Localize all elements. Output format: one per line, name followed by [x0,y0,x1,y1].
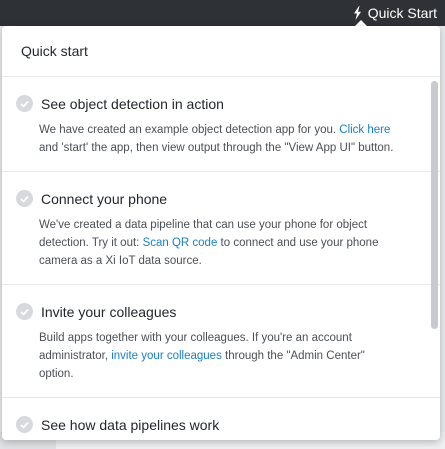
description-text: We have created an example object detect… [39,124,340,136]
item-description: We have created an example object detect… [39,121,400,157]
check-icon [16,190,33,207]
item-title: See object detection in action [41,95,224,112]
item-description: We've created a data pipeline that can u… [39,216,400,270]
click-here-link[interactable]: Click here [339,124,390,136]
quick-start-panel: Quick start See object detection in acti… [2,26,440,440]
invite-colleagues-link[interactable]: invite your colleagues [111,350,222,362]
list-item-invite-colleagues: Invite your colleagues Build apps togeth… [2,285,440,398]
list-item-connect-phone: Connect your phone We've created a data … [2,172,440,285]
item-description: Build apps together with your colleagues… [39,329,400,383]
lightning-icon [353,6,362,20]
scrollbar-thumb[interactable] [431,81,438,329]
item-title: See how data pipelines work [41,416,220,433]
description-text: and 'start' the app, then view output th… [39,142,394,154]
item-title: Connect your phone [41,190,168,207]
scan-qr-code-link[interactable]: Scan QR code [143,237,218,249]
check-icon [16,416,33,433]
quick-start-label: Quick Start [367,5,437,21]
list-item-data-pipelines: See how data pipelines work [2,398,440,440]
list-item-object-detection: See object detection in action We have c… [2,77,440,172]
quick-start-list[interactable]: See object detection in action We have c… [2,77,440,440]
panel-header: Quick start [2,26,440,77]
check-icon [16,95,33,112]
panel-title: Quick start [21,43,88,59]
check-icon [16,303,33,320]
item-title: Invite your colleagues [41,303,177,320]
top-bar: Quick Start [0,0,445,26]
